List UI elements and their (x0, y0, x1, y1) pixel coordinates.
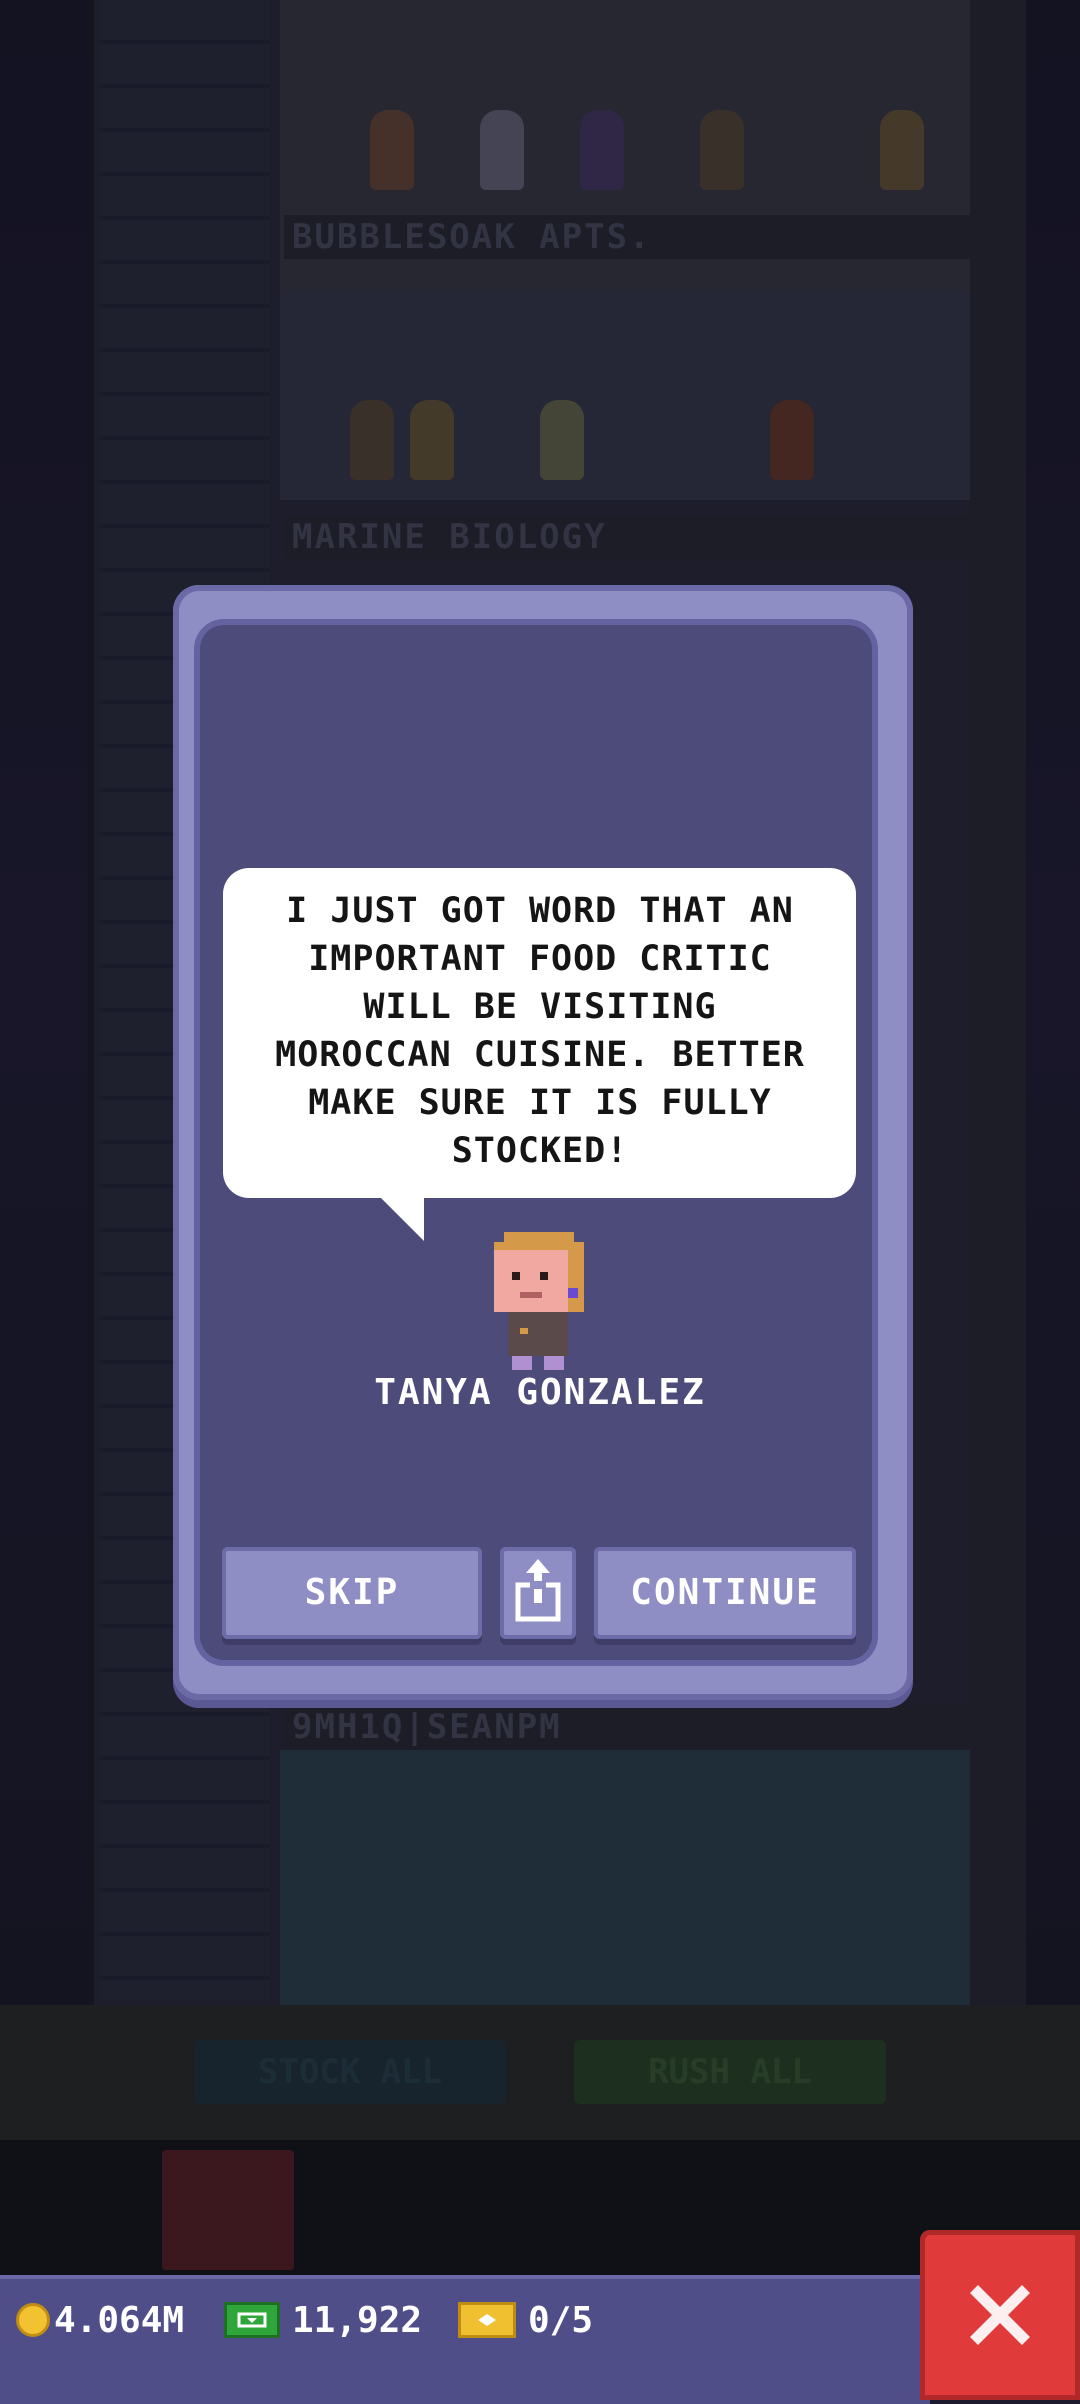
continue-button[interactable]: CONTINUE (594, 1547, 856, 1639)
speech-bubble-tail (378, 1195, 424, 1241)
tickets-value: 0/5 (528, 2299, 594, 2341)
share-button[interactable] (500, 1547, 576, 1639)
speaker-name: TANYA GONZALEZ (374, 1372, 706, 1413)
character-avatar (494, 1232, 584, 1370)
bux-value: 11,922 (292, 2299, 423, 2341)
coins-display: 4.064M (16, 2292, 184, 2348)
dialog-message: I JUST GOT WORD THAT AN IMPORTANT FOOD C… (275, 891, 805, 1171)
coins-value: 4.064M (54, 2299, 185, 2341)
close-icon (970, 2285, 1030, 2345)
ticket-icon (458, 2302, 516, 2338)
skip-button[interactable]: SKIP (222, 1547, 482, 1639)
bux-icon (224, 2302, 280, 2338)
close-button[interactable] (920, 2230, 1080, 2400)
coin-icon (16, 2303, 50, 2337)
share-icon (515, 1559, 561, 1622)
tickets-display: 0/5 (458, 2292, 593, 2348)
bux-display: 11,922 (224, 2292, 422, 2348)
